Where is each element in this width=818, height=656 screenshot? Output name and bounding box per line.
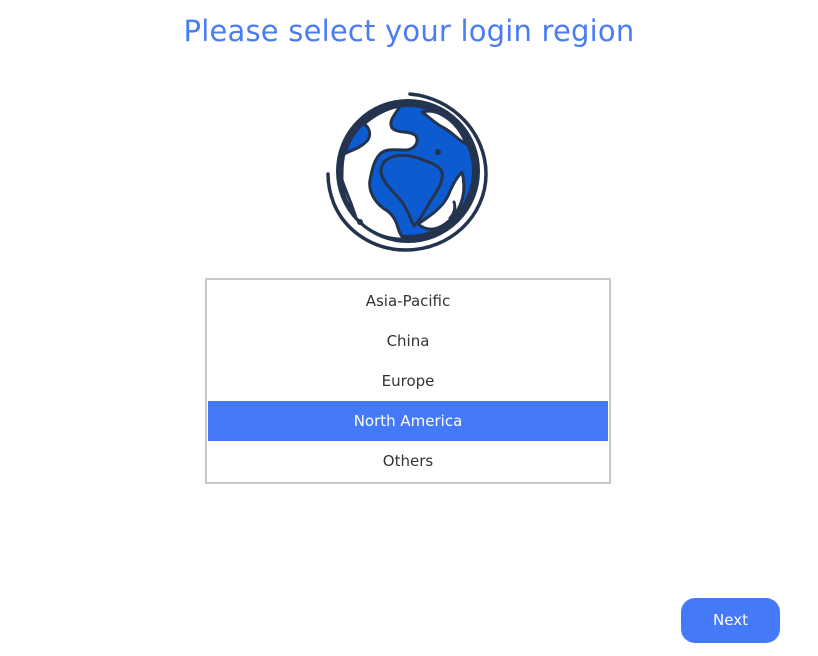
region-list[interactable]: Asia-Pacific China Europe North America …	[205, 278, 611, 484]
region-option-others[interactable]: Others	[208, 441, 608, 481]
globe-icon	[326, 92, 490, 252]
next-button[interactable]: Next	[681, 598, 780, 643]
login-region-page: Please select your login region Asia-Pac…	[0, 0, 818, 656]
region-option-asia-pacific[interactable]: Asia-Pacific	[208, 281, 608, 321]
region-option-europe[interactable]: Europe	[208, 361, 608, 401]
page-title: Please select your login region	[183, 14, 635, 48]
region-option-north-america[interactable]: North America	[208, 401, 608, 441]
region-option-china[interactable]: China	[208, 321, 608, 361]
